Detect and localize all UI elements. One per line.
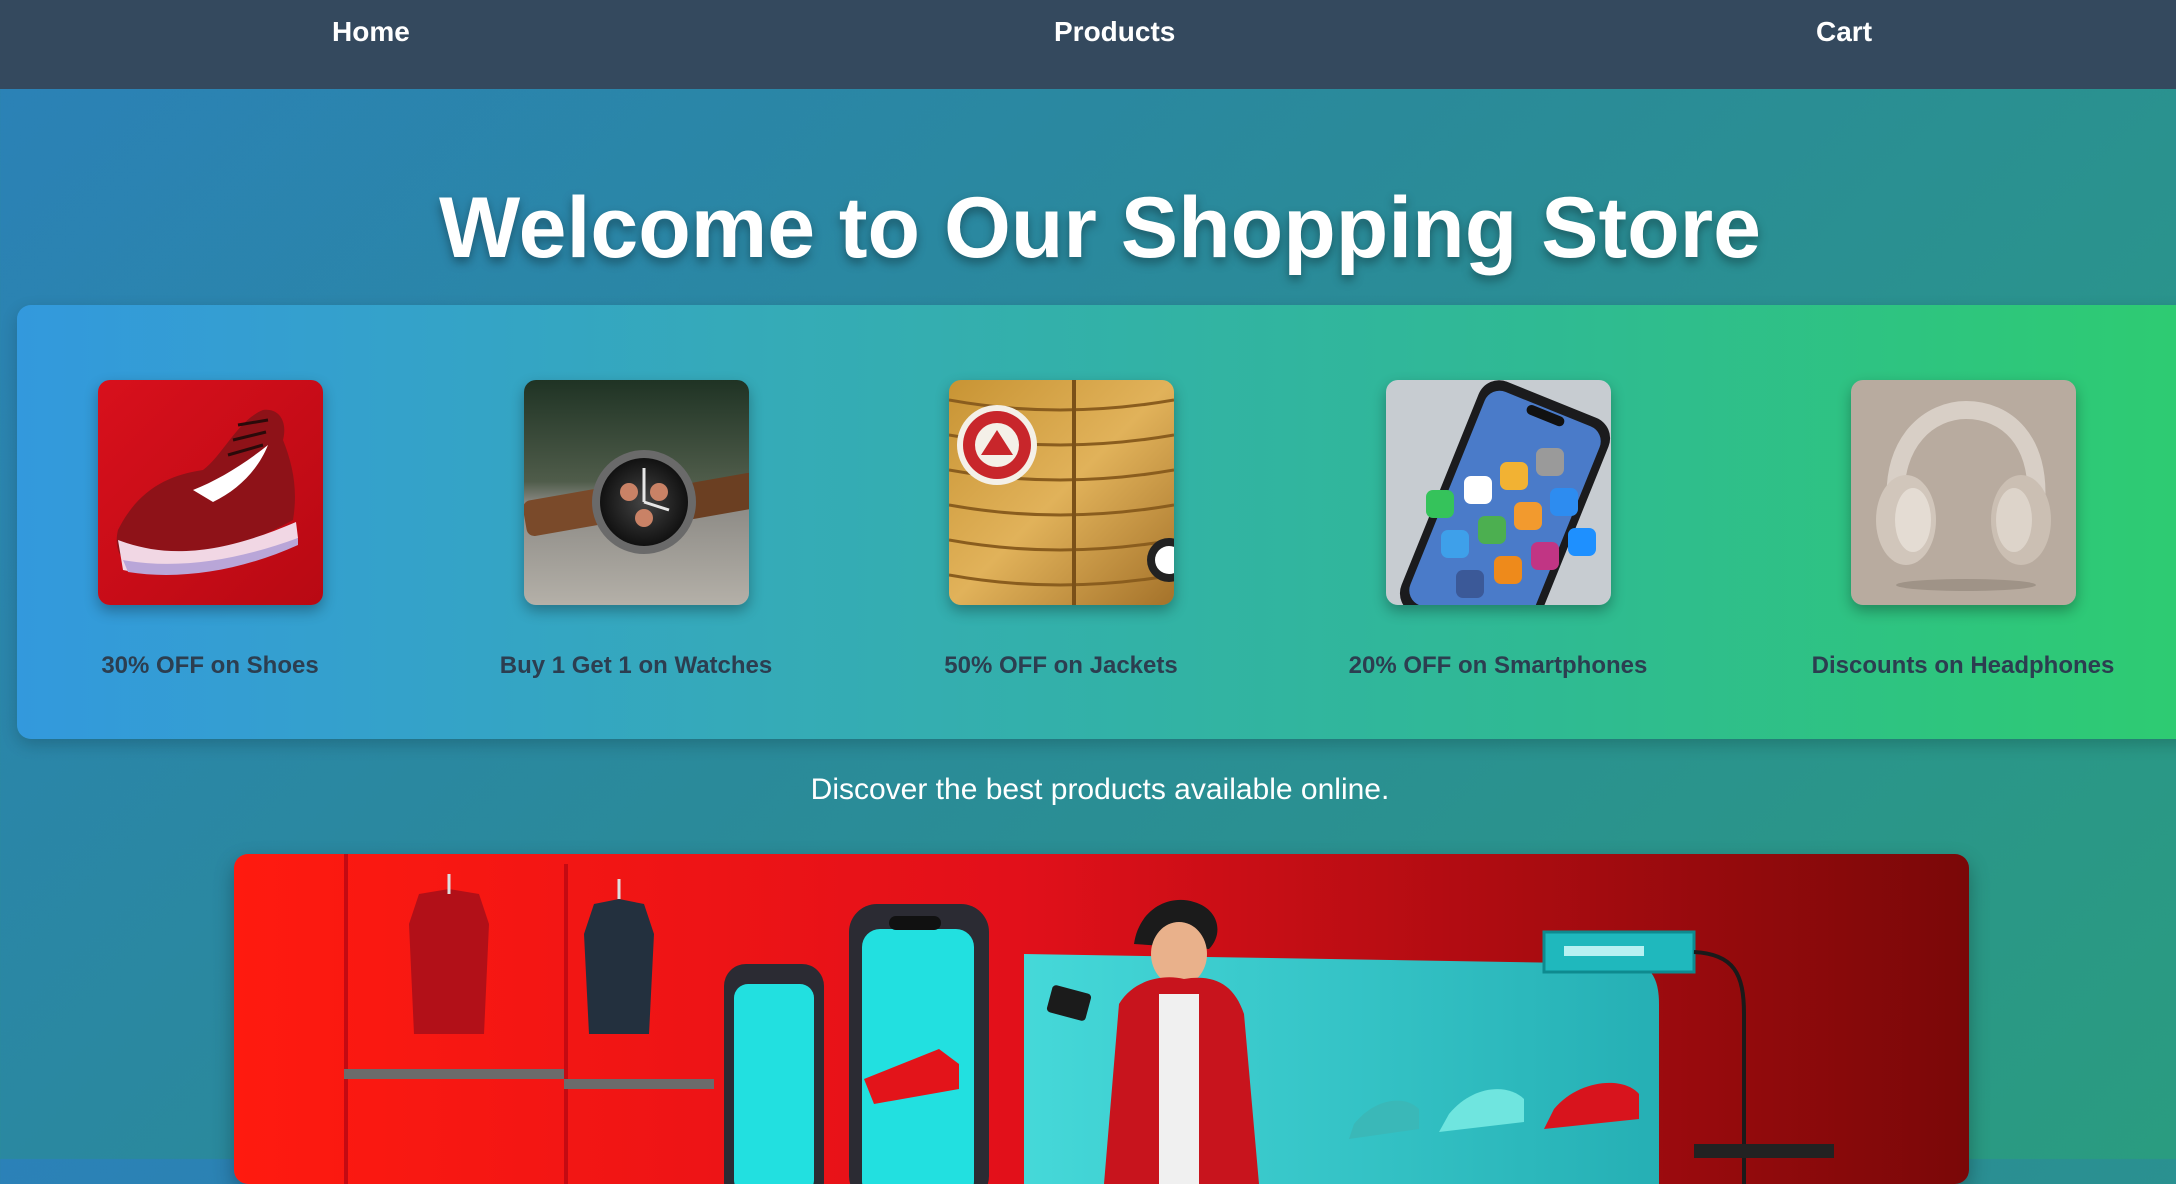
top-nav: Home Products Cart: [0, 0, 2176, 89]
offer-card-smartphones[interactable]: 20% OFF on Smartphones: [1348, 305, 1648, 739]
offer-card-shoes[interactable]: 30% OFF on Shoes: [60, 305, 360, 739]
watch-image: [524, 380, 749, 605]
offers-panel: 30% OFF on Shoes Buy 1 Get 1 on Watches …: [17, 305, 2176, 739]
nav-cart-link[interactable]: Cart: [1816, 12, 1872, 52]
offer-label-jackets: 50% OFF on Jackets: [944, 652, 1178, 679]
offer-card-headphones[interactable]: Discounts on Headphones: [1812, 305, 2114, 739]
nav-home-link[interactable]: Home: [332, 12, 410, 52]
smartphone-image: [1386, 380, 1611, 605]
offer-card-watches[interactable]: Buy 1 Get 1 on Watches: [486, 305, 786, 739]
offer-label-smartphones: 20% OFF on Smartphones: [1348, 652, 1648, 679]
shoe-image: [98, 380, 323, 605]
headphones-image: [1851, 380, 2076, 605]
jacket-image: [949, 380, 1174, 605]
tagline-text: Discover the best products available onl…: [810, 773, 1390, 806]
nav-products-link[interactable]: Products: [1054, 12, 1175, 52]
offer-label-headphones: Discounts on Headphones: [1811, 652, 2115, 679]
store-banner-image: [234, 854, 1969, 1184]
page-title: Welcome to Our Shopping Store: [439, 180, 1761, 276]
offer-card-jackets[interactable]: 50% OFF on Jackets: [911, 305, 1211, 739]
